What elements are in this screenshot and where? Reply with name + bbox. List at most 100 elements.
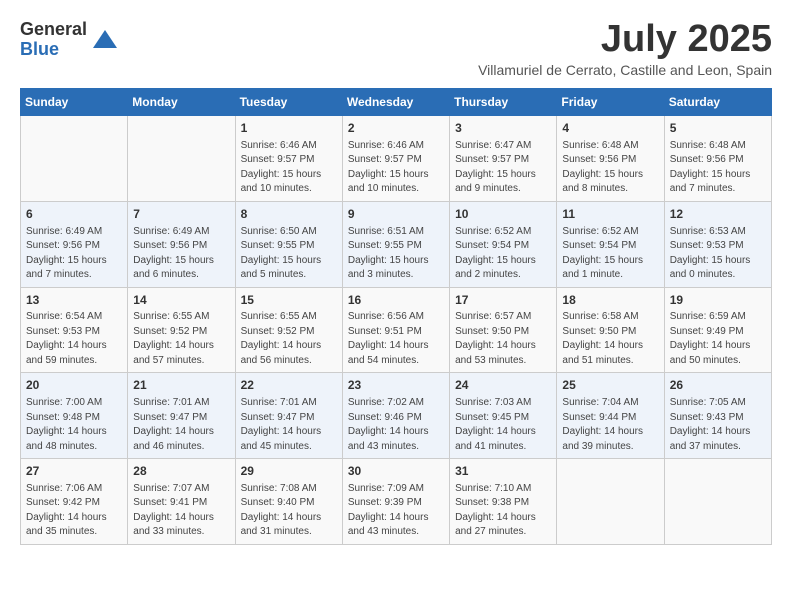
calendar-cell-w5-d4: 31 Sunrise: 7:10 AMSunset: 9:38 PMDayligh… [450,459,557,545]
day-info: Sunrise: 7:07 AMSunset: 9:41 PMDaylight:… [133,482,229,540]
calendar-cell-w2-d5: 11 Sunrise: 6:52 AMSunset: 9:54 PMDayligh… [557,201,664,287]
location-subtitle: Villamuriel de Cerrato, Castille and Leo… [478,62,772,78]
day-number: 30 [348,463,444,480]
day-number: 16 [348,292,444,309]
day-info: Sunrise: 7:10 AMSunset: 9:38 PMDaylight:… [455,482,551,540]
logo-icon [91,26,119,54]
calendar-cell-w2-d3: 9Sunrise: 6:51 AMSunset: 9:55 PMDaylight… [342,201,449,287]
day-info: Sunrise: 6:47 AMSunset: 9:57 PMDaylight:… [455,139,551,197]
day-number: 19 [670,292,766,309]
calendar-cell-w5-d6 [664,459,771,545]
day-info: Sunrise: 6:56 AMSunset: 9:51 PMDaylight:… [348,310,444,368]
calendar-cell-w2-d1: 7 Sunrise: 6:49 AMSunset: 9:56 PMDaylight… [128,201,235,287]
day-number: 9 [348,206,444,223]
day-number: 21 [133,377,229,394]
calendar-cell-w4-d1: 21 Sunrise: 7:01 AMSunset: 9:47 PMDayligh… [128,373,235,459]
calendar-cell-w2-d6: 12Sunrise: 6:53 AMSunset: 9:53 PMDayligh… [664,201,771,287]
calendar-cell-w5-d5 [557,459,664,545]
header-tuesday: Tuesday [235,89,342,116]
week-row-2: 6 Sunrise: 6:49 AMSunset: 9:56 PMDaylight… [21,201,772,287]
calendar-cell-w5-d2: 29 Sunrise: 7:08 AMSunset: 9:40 PMDayligh… [235,459,342,545]
day-info: Sunrise: 7:00 AMSunset: 9:48 PMDaylight:… [26,396,122,454]
day-info: Sunrise: 7:02 AMSunset: 9:46 PMDaylight:… [348,396,444,454]
calendar-body: 1 Sunrise: 6:46 AMSunset: 9:57 PMDaylight… [21,116,772,545]
day-info: Sunrise: 6:50 AMSunset: 9:55 PMDaylight:… [241,225,337,283]
day-info: Sunrise: 7:01 AMSunset: 9:47 PMDaylight:… [133,396,229,454]
day-number: 10 [455,206,551,223]
calendar-cell-w4-d2: 22Sunrise: 7:01 AMSunset: 9:47 PMDayligh… [235,373,342,459]
week-row-4: 20Sunrise: 7:00 AMSunset: 9:48 PMDayligh… [21,373,772,459]
day-info: Sunrise: 6:59 AMSunset: 9:49 PMDaylight:… [670,310,766,368]
calendar-cell-w3-d2: 15Sunrise: 6:55 AMSunset: 9:52 PMDayligh… [235,287,342,373]
day-info: Sunrise: 7:06 AMSunset: 9:42 PMDaylight:… [26,482,122,540]
header-saturday: Saturday [664,89,771,116]
day-info: Sunrise: 6:54 AMSunset: 9:53 PMDaylight:… [26,310,122,368]
calendar-cell-w1-d4: 3 Sunrise: 6:47 AMSunset: 9:57 PMDaylight… [450,116,557,202]
calendar-cell-w5-d0: 27 Sunrise: 7:06 AMSunset: 9:42 PMDayligh… [21,459,128,545]
day-info: Sunrise: 6:49 AMSunset: 9:56 PMDaylight:… [133,225,229,283]
day-number: 22 [241,377,337,394]
day-number: 29 [241,463,337,480]
logo-general: General [20,20,87,40]
day-number: 2 [348,120,444,137]
week-row-1: 1 Sunrise: 6:46 AMSunset: 9:57 PMDaylight… [21,116,772,202]
calendar-cell-w1-d0 [21,116,128,202]
week-row-3: 13Sunrise: 6:54 AMSunset: 9:53 PMDayligh… [21,287,772,373]
day-number: 13 [26,292,122,309]
day-number: 31 [455,463,551,480]
calendar-cell-w4-d4: 24 Sunrise: 7:03 AMSunset: 9:45 PMDayligh… [450,373,557,459]
day-number: 14 [133,292,229,309]
day-info: Sunrise: 6:46 AMSunset: 9:57 PMDaylight:… [241,139,337,197]
day-number: 12 [670,206,766,223]
header-friday: Friday [557,89,664,116]
day-info: Sunrise: 6:52 AMSunset: 9:54 PMDaylight:… [562,225,658,283]
calendar-cell-w4-d5: 25Sunrise: 7:04 AMSunset: 9:44 PMDayligh… [557,373,664,459]
day-info: Sunrise: 6:46 AMSunset: 9:57 PMDaylight:… [348,139,444,197]
day-number: 15 [241,292,337,309]
calendar-cell-w5-d3: 30 Sunrise: 7:09 AMSunset: 9:39 PMDayligh… [342,459,449,545]
day-number: 18 [562,292,658,309]
week-row-5: 27 Sunrise: 7:06 AMSunset: 9:42 PMDayligh… [21,459,772,545]
header-wednesday: Wednesday [342,89,449,116]
day-info: Sunrise: 6:55 AMSunset: 9:52 PMDaylight:… [241,310,337,368]
day-number: 7 [133,206,229,223]
day-number: 17 [455,292,551,309]
header-monday: Monday [128,89,235,116]
calendar-cell-w3-d5: 18Sunrise: 6:58 AMSunset: 9:50 PMDayligh… [557,287,664,373]
day-number: 6 [26,206,122,223]
header-thursday: Thursday [450,89,557,116]
calendar-cell-w1-d3: 2 Sunrise: 6:46 AMSunset: 9:57 PMDaylight… [342,116,449,202]
calendar-cell-w2-d4: 10Sunrise: 6:52 AMSunset: 9:54 PMDayligh… [450,201,557,287]
calendar-cell-w2-d2: 8 Sunrise: 6:50 AMSunset: 9:55 PMDaylight… [235,201,342,287]
day-number: 23 [348,377,444,394]
day-info: Sunrise: 6:48 AMSunset: 9:56 PMDaylight:… [562,139,658,197]
day-number: 1 [241,120,337,137]
day-number: 5 [670,120,766,137]
day-number: 27 [26,463,122,480]
calendar-cell-w1-d2: 1 Sunrise: 6:46 AMSunset: 9:57 PMDaylight… [235,116,342,202]
calendar-cell-w3-d1: 14Sunrise: 6:55 AMSunset: 9:52 PMDayligh… [128,287,235,373]
day-info: Sunrise: 7:03 AMSunset: 9:45 PMDaylight:… [455,396,551,454]
day-info: Sunrise: 6:55 AMSunset: 9:52 PMDaylight:… [133,310,229,368]
day-number: 28 [133,463,229,480]
title-section: July 2025 Villamuriel de Cerrato, Castil… [478,20,772,78]
day-number: 3 [455,120,551,137]
day-info: Sunrise: 7:09 AMSunset: 9:39 PMDaylight:… [348,482,444,540]
day-info: Sunrise: 6:48 AMSunset: 9:56 PMDaylight:… [670,139,766,197]
logo: General Blue [20,20,119,60]
page-header: General Blue July 2025 Villamuriel de Ce… [20,20,772,78]
calendar-cell-w3-d3: 16Sunrise: 6:56 AMSunset: 9:51 PMDayligh… [342,287,449,373]
calendar-cell-w1-d5: 4 Sunrise: 6:48 AMSunset: 9:56 PMDaylight… [557,116,664,202]
day-number: 11 [562,206,658,223]
header-sunday: Sunday [21,89,128,116]
day-number: 24 [455,377,551,394]
day-info: Sunrise: 7:08 AMSunset: 9:40 PMDaylight:… [241,482,337,540]
calendar-cell-w3-d4: 17Sunrise: 6:57 AMSunset: 9:50 PMDayligh… [450,287,557,373]
calendar-cell-w1-d6: 5 Sunrise: 6:48 AMSunset: 9:56 PMDaylight… [664,116,771,202]
month-title: July 2025 [478,20,772,58]
logo-blue: Blue [20,40,87,60]
day-number: 4 [562,120,658,137]
day-number: 8 [241,206,337,223]
day-number: 25 [562,377,658,394]
header-row: Sunday Monday Tuesday Wednesday Thursday… [21,89,772,116]
